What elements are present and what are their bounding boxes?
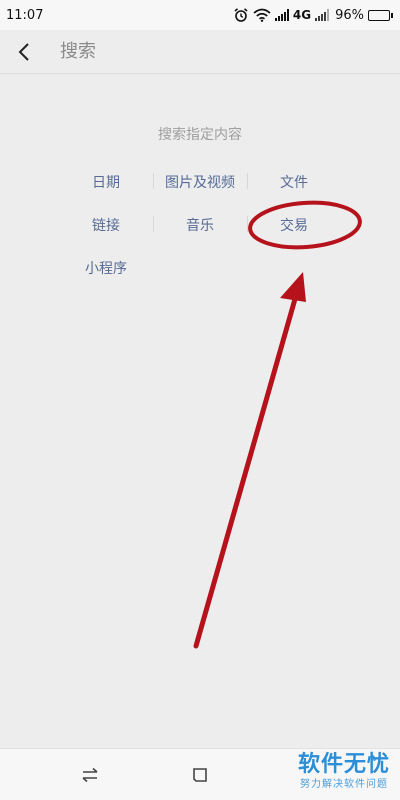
search-hint: 搜索指定内容: [158, 127, 242, 143]
category-transaction[interactable]: 交易: [247, 203, 341, 246]
search-header: [0, 30, 400, 74]
recent-apps-button[interactable]: [78, 763, 102, 787]
battery-icon: [368, 9, 393, 21]
status-bar: 11:07 4G 96%: [0, 0, 400, 30]
category-file[interactable]: 文件: [247, 160, 341, 203]
category-date[interactable]: 日期: [59, 160, 153, 203]
wifi-icon: [253, 8, 271, 22]
annotation-arrow-shaft: [193, 289, 300, 649]
status-time: 11:07: [6, 7, 44, 23]
watermark-subtitle: 努力解决软件问题: [299, 779, 388, 790]
category-link[interactable]: 链接: [59, 203, 153, 246]
annotation-overlay: [193, 200, 362, 649]
back-button[interactable]: [4, 30, 44, 74]
category-mini-program[interactable]: 小程序: [59, 246, 153, 289]
signal-icon-2: [315, 9, 330, 21]
watermark-logo: 软件无忧 努力解决软件问题: [298, 752, 390, 792]
alarm-icon: [234, 8, 248, 22]
category-grid: 日期 图片及视频 文件 链接 音乐 交易 小程序: [59, 160, 339, 289]
signal-icon: [274, 9, 289, 21]
watermark-title: 软件无忧: [297, 752, 390, 777]
network-type: 4G: [292, 8, 312, 22]
category-media[interactable]: 图片及视频: [153, 160, 247, 203]
search-input[interactable]: [60, 41, 360, 62]
battery-percent: 96%: [335, 7, 364, 23]
switch-arrows-icon: [82, 767, 98, 783]
square-home-icon: [193, 768, 207, 782]
category-music[interactable]: 音乐: [153, 203, 247, 246]
status-icons: 4G 96%: [233, 7, 393, 23]
home-button[interactable]: [188, 763, 212, 787]
chevron-left-icon: [18, 42, 29, 61]
